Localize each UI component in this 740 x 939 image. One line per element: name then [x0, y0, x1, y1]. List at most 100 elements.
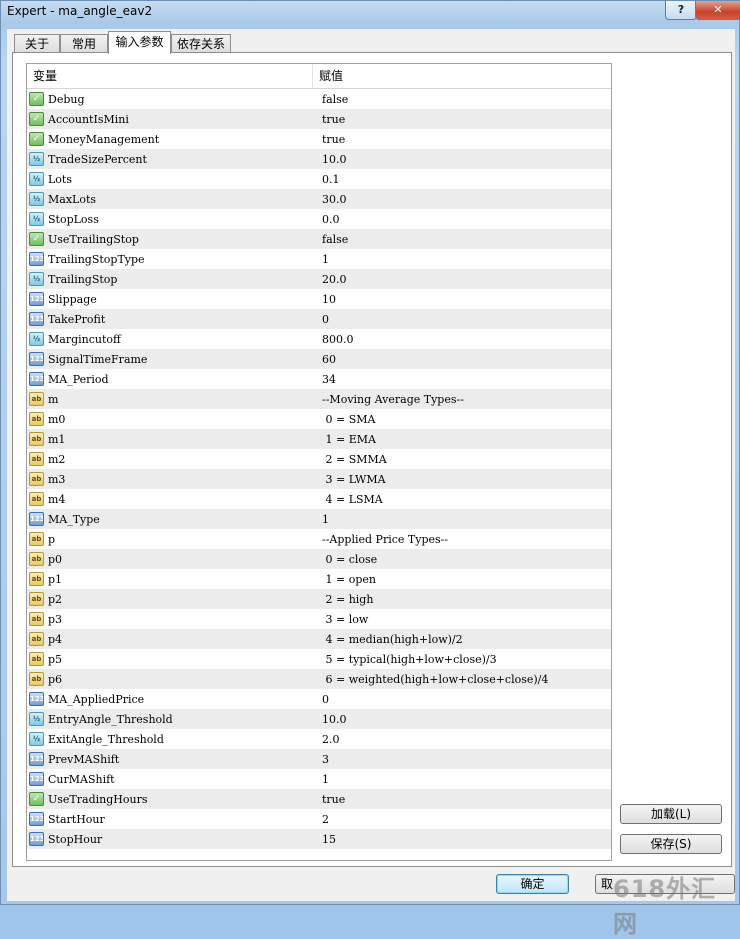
- value-cell[interactable]: 30.0: [317, 193, 611, 206]
- table-row[interactable]: ½ MaxLots 30.0: [27, 189, 611, 209]
- table-row[interactable]: 123 Slippage 10: [27, 289, 611, 309]
- value-cell[interactable]: 3: [317, 753, 611, 766]
- table-row[interactable]: UseTrailingStop false: [27, 229, 611, 249]
- table-row[interactable]: 123 CurMAShift 1: [27, 769, 611, 789]
- value-cell[interactable]: 0.0: [317, 213, 611, 226]
- string-type-icon: ab: [29, 572, 44, 586]
- tab-about[interactable]: 关于: [14, 34, 60, 53]
- value-cell[interactable]: 5 = typical(high+low+close)/3: [317, 653, 611, 666]
- table-row[interactable]: ab p0 0 = close: [27, 549, 611, 569]
- value-cell[interactable]: 10.0: [317, 153, 611, 166]
- string-type-icon: ab: [29, 432, 44, 446]
- table-row[interactable]: Debug false: [27, 89, 611, 109]
- table-row[interactable]: ab p5 5 = typical(high+low+close)/3: [27, 649, 611, 669]
- ok-button[interactable]: 确定: [496, 874, 569, 894]
- tab-dependencies[interactable]: 依存关系: [171, 34, 231, 53]
- variable-name: p2: [48, 592, 63, 606]
- value-cell[interactable]: true: [317, 133, 611, 146]
- table-row[interactable]: ab m1 1 = EMA: [27, 429, 611, 449]
- value-cell[interactable]: false: [317, 233, 611, 246]
- table-row[interactable]: 123 MA_Type 1: [27, 509, 611, 529]
- table-row[interactable]: 123 MA_Period 34: [27, 369, 611, 389]
- help-button[interactable]: ?: [665, 1, 697, 20]
- value-cell[interactable]: 2.0: [317, 733, 611, 746]
- table-row[interactable]: ab p6 6 = weighted(high+low+close+close)/…: [27, 669, 611, 689]
- title-bar[interactable]: Expert - ma_angle_eav2 ? ✕: [1, 1, 740, 23]
- table-row[interactable]: ½ StopLoss 0.0: [27, 209, 611, 229]
- variable-name: MaxLots: [48, 192, 97, 206]
- table-row[interactable]: ab p1 1 = open: [27, 569, 611, 589]
- table-row[interactable]: ½ TradeSizePercent 10.0: [27, 149, 611, 169]
- table-row[interactable]: ½ ExitAngle_Threshold 2.0: [27, 729, 611, 749]
- value-cell[interactable]: 4 = LSMA: [317, 493, 611, 506]
- value-cell[interactable]: 2 = SMMA: [317, 453, 611, 466]
- double-type-icon: ½: [29, 332, 44, 346]
- value-cell[interactable]: 20.0: [317, 273, 611, 286]
- table-row[interactable]: ab p4 4 = median(high+low)/2: [27, 629, 611, 649]
- table-row[interactable]: ab m --Moving Average Types--: [27, 389, 611, 409]
- expert-dialog: Expert - ma_angle_eav2 ? ✕ 关于 常用 输入参数 依存…: [0, 0, 740, 938]
- value-cell[interactable]: 10: [317, 293, 611, 306]
- variable-cell: ab p6: [27, 669, 317, 689]
- table-row[interactable]: ab m4 4 = LSMA: [27, 489, 611, 509]
- variable-cell: 123 MA_Type: [27, 509, 317, 529]
- close-button[interactable]: ✕: [695, 1, 740, 20]
- table-row[interactable]: 123 MA_AppliedPrice 0: [27, 689, 611, 709]
- table-row[interactable]: 123 PrevMAShift 3: [27, 749, 611, 769]
- value-cell[interactable]: 0 = close: [317, 553, 611, 566]
- value-cell[interactable]: 34: [317, 373, 611, 386]
- value-cell[interactable]: 0: [317, 313, 611, 326]
- table-row[interactable]: ab m3 3 = LWMA: [27, 469, 611, 489]
- value-cell[interactable]: 2 = high: [317, 593, 611, 606]
- value-cell[interactable]: 0 = SMA: [317, 413, 611, 426]
- table-row[interactable]: ab p2 2 = high: [27, 589, 611, 609]
- save-button[interactable]: 保存(S): [620, 834, 722, 854]
- value-cell[interactable]: 6 = weighted(high+low+close+close)/4: [317, 673, 611, 686]
- table-row[interactable]: ½ Margincutoff 800.0: [27, 329, 611, 349]
- value-cell[interactable]: 3 = LWMA: [317, 473, 611, 486]
- table-row[interactable]: ab p3 3 = low: [27, 609, 611, 629]
- table-row[interactable]: UseTradingHours true: [27, 789, 611, 809]
- value-cell[interactable]: 1 = open: [317, 573, 611, 586]
- value-cell[interactable]: 1 = EMA: [317, 433, 611, 446]
- table-row[interactable]: 123 SignalTimeFrame 60: [27, 349, 611, 369]
- load-button[interactable]: 加载(L): [620, 804, 722, 824]
- table-row[interactable]: ab m0 0 = SMA: [27, 409, 611, 429]
- value-cell[interactable]: --Applied Price Types--: [317, 533, 611, 546]
- table-row[interactable]: 123 StartHour 2: [27, 809, 611, 829]
- value-cell[interactable]: 4 = median(high+low)/2: [317, 633, 611, 646]
- header-value[interactable]: 赋值: [313, 64, 343, 88]
- value-cell[interactable]: true: [317, 113, 611, 126]
- value-cell[interactable]: true: [317, 793, 611, 806]
- tab-common[interactable]: 常用: [60, 34, 108, 53]
- value-cell[interactable]: 10.0: [317, 713, 611, 726]
- variable-name: p0: [48, 552, 63, 566]
- table-row[interactable]: ½ EntryAngle_Threshold 10.0: [27, 709, 611, 729]
- value-cell[interactable]: 3 = low: [317, 613, 611, 626]
- table-row[interactable]: ab p --Applied Price Types--: [27, 529, 611, 549]
- table-row[interactable]: AccountIsMini true: [27, 109, 611, 129]
- table-row[interactable]: ab m2 2 = SMMA: [27, 449, 611, 469]
- value-cell[interactable]: 1: [317, 513, 611, 526]
- tab-inputs[interactable]: 输入参数: [108, 31, 171, 54]
- double-type-icon: ½: [29, 272, 44, 286]
- table-row[interactable]: MoneyManagement true: [27, 129, 611, 149]
- variable-cell: ab p0: [27, 549, 317, 569]
- value-cell[interactable]: 15: [317, 833, 611, 846]
- variable-name: p1: [48, 572, 63, 586]
- table-row[interactable]: 123 StopHour 15: [27, 829, 611, 849]
- table-row[interactable]: 123 TrailingStopType 1: [27, 249, 611, 269]
- header-variable[interactable]: 变量: [27, 64, 313, 88]
- value-cell[interactable]: 0.1: [317, 173, 611, 186]
- table-row[interactable]: ½ Lots 0.1: [27, 169, 611, 189]
- value-cell[interactable]: --Moving Average Types--: [317, 393, 611, 406]
- value-cell[interactable]: false: [317, 93, 611, 106]
- table-row[interactable]: 123 TakeProfit 0: [27, 309, 611, 329]
- value-cell[interactable]: 1: [317, 253, 611, 266]
- value-cell[interactable]: 0: [317, 693, 611, 706]
- value-cell[interactable]: 60: [317, 353, 611, 366]
- table-row[interactable]: ½ TrailingStop 20.0: [27, 269, 611, 289]
- value-cell[interactable]: 800.0: [317, 333, 611, 346]
- value-cell[interactable]: 1: [317, 773, 611, 786]
- value-cell[interactable]: 2: [317, 813, 611, 826]
